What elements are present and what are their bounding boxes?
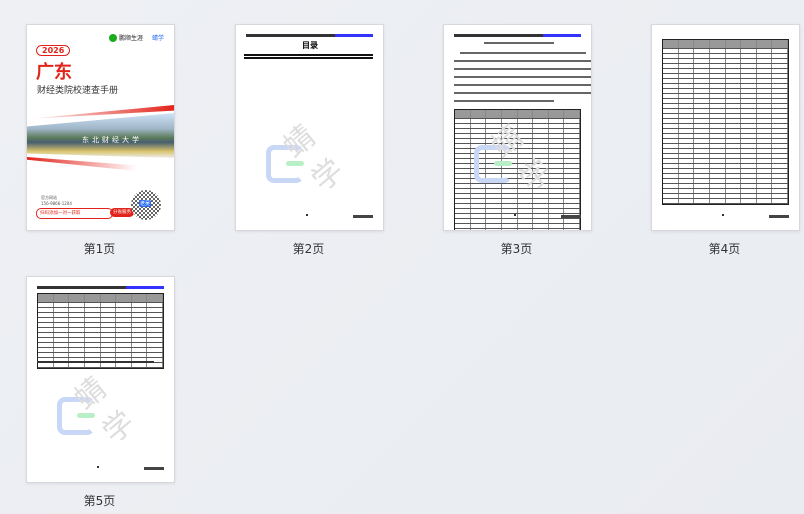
table-thumbnail [662, 39, 789, 205]
page-thumbnail-4[interactable] [651, 24, 800, 231]
watermark-logo: 蜻学 [57, 357, 142, 451]
scan-banner: 扫码添加一对一获取 分省服务 [36, 208, 134, 219]
brand-logo-icon [109, 34, 117, 42]
cover-subtitle: 财经类院校速查手册 [37, 86, 119, 96]
page-label: 第4页 [708, 242, 741, 256]
red-swoosh-bottom [27, 157, 137, 171]
page-label: 第5页 [83, 494, 116, 508]
cover-photo: 东北财经大学 [27, 113, 174, 158]
table-thumbnail [454, 109, 581, 230]
page-thumbnail-2[interactable]: 目录 蜻学 [235, 24, 384, 231]
page-label: 第1页 [83, 242, 116, 256]
table-thumbnail [37, 293, 164, 369]
cover-title: 广东 [36, 62, 72, 83]
year-badge: 2026 [36, 45, 71, 56]
brand-name-2: 蜻学 [152, 35, 165, 42]
brand-name: 鹏顺生涯 [119, 35, 144, 42]
phone-number: 156-9866-1204 [41, 201, 72, 206]
toc-title: 目录 [302, 40, 318, 50]
page-label: 第3页 [500, 242, 533, 256]
page-thumbnail-5[interactable]: 蜻学 [26, 276, 175, 483]
page-thumbnail-3[interactable]: 蜻学 [443, 24, 592, 231]
qr-code: 老吴 [131, 190, 161, 220]
page-thumbnail-1[interactable]: 鹏顺生涯 蜻学 2026 广东 财经类院校速查手册 东北财经大学 官方网站 15… [26, 24, 175, 231]
page-label: 第2页 [292, 242, 325, 256]
watermark-logo: 蜻学 [266, 105, 351, 199]
